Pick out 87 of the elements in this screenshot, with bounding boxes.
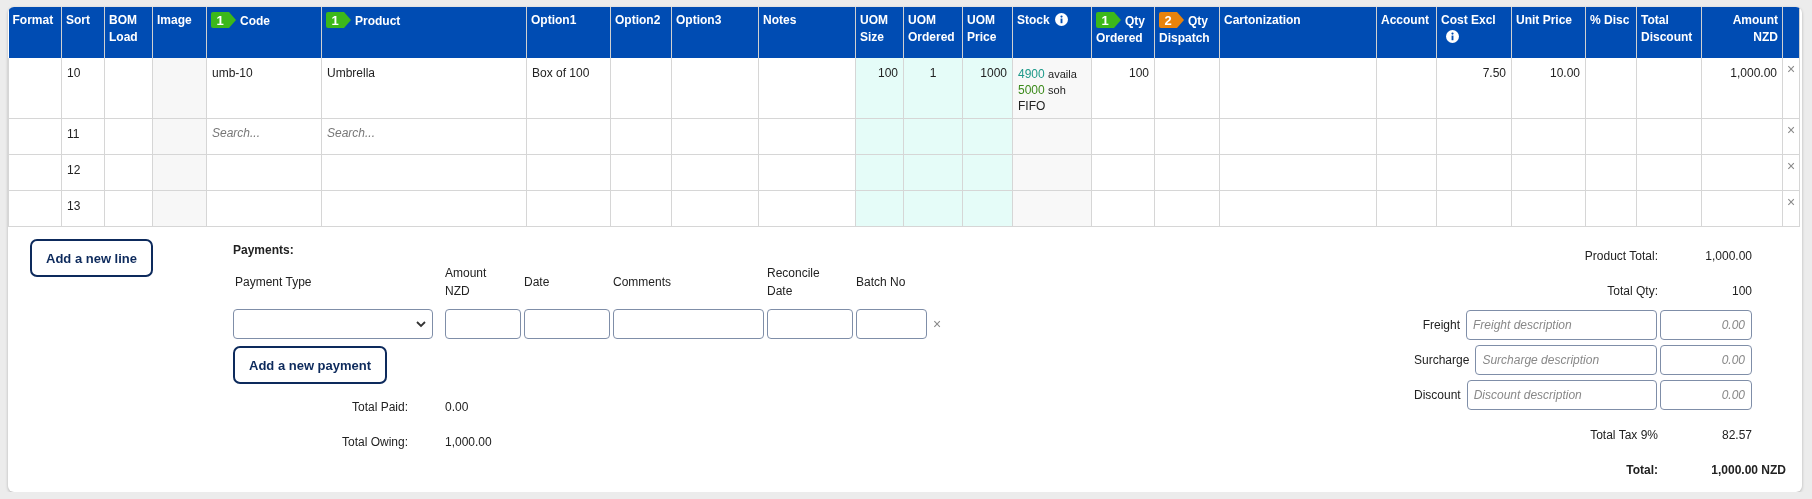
step-badge: 1 bbox=[326, 12, 352, 28]
column-header: Unit Price bbox=[1511, 7, 1586, 58]
column-header: Option3 bbox=[671, 7, 759, 58]
comments-field[interactable] bbox=[613, 309, 764, 339]
amount-field[interactable]: 0.00 bbox=[1660, 380, 1752, 410]
payment-column-label: Comments bbox=[613, 274, 672, 291]
cell-text: Umbrella bbox=[327, 66, 375, 80]
amount-field[interactable]: 0.00 bbox=[1660, 310, 1752, 340]
total-label: Total Owing: bbox=[340, 435, 408, 449]
payments-title: Payments: bbox=[233, 243, 295, 257]
payment-column-label: Reconcile Date bbox=[767, 265, 821, 300]
amount-field[interactable]: 0.00 bbox=[1660, 345, 1752, 375]
cell-text: 1 bbox=[929, 66, 937, 80]
summary-value: 1,000.00 NZD bbox=[1710, 463, 1786, 477]
cell-text: 13 bbox=[67, 199, 81, 213]
charge-label: Discount bbox=[1414, 388, 1461, 402]
column-header: Stock bbox=[1012, 7, 1092, 58]
description-field[interactable]: Surcharge description bbox=[1475, 345, 1657, 375]
column-header: Option2 bbox=[610, 7, 672, 58]
column-header: Image bbox=[152, 7, 207, 58]
cell-text: 100 bbox=[877, 66, 898, 80]
payment-type-select[interactable] bbox=[233, 309, 433, 339]
summary-label: Total Tax 9% bbox=[1590, 428, 1658, 442]
column-header: BOM Load bbox=[104, 7, 153, 58]
summary-label: Total Qty: bbox=[1607, 284, 1658, 298]
soh-count: 5000 bbox=[1018, 83, 1045, 97]
cell-text: 11 bbox=[67, 127, 80, 141]
cell-text: 7.50 bbox=[1482, 66, 1506, 80]
column-header: % Disc bbox=[1585, 7, 1637, 58]
cell-text: umb-10 bbox=[212, 66, 253, 80]
search-field[interactable]: Search... bbox=[207, 119, 321, 154]
column-header: Total Discount bbox=[1636, 7, 1702, 58]
total-label: Total Paid: bbox=[350, 400, 408, 414]
add-payment-button[interactable]: Add a new payment bbox=[233, 346, 388, 384]
charge-label: Surcharge bbox=[1414, 353, 1470, 367]
column-header: Amount NZD bbox=[1701, 7, 1783, 58]
column-header: Sort bbox=[61, 7, 105, 58]
cell-text: 10 bbox=[67, 66, 81, 80]
column-header: 1 Qty Ordered bbox=[1091, 7, 1155, 58]
reconcile-date-field[interactable] bbox=[767, 309, 853, 339]
date-field[interactable] bbox=[524, 309, 610, 339]
cell-text: 12 bbox=[67, 163, 81, 177]
remove-payment-button[interactable]: × bbox=[930, 316, 944, 332]
soh-label: soh bbox=[1048, 84, 1066, 96]
summary-value: 100 bbox=[1730, 284, 1752, 298]
cell-text: 10.00 bbox=[1549, 66, 1580, 80]
summary-value: 1,000.00 bbox=[1704, 249, 1752, 263]
step-badge: 2 bbox=[1159, 12, 1185, 28]
costing-method: FIFO bbox=[1018, 99, 1046, 113]
cell-text: 1,000.00 bbox=[1730, 66, 1777, 80]
payment-column-label: Amount NZD bbox=[445, 265, 488, 300]
cell-text: Box of 100 bbox=[532, 66, 590, 80]
column-header: Account bbox=[1376, 7, 1437, 58]
column-header: Notes bbox=[758, 7, 856, 58]
column-header: UOM Size bbox=[855, 7, 904, 58]
column-header: 1 Product bbox=[321, 7, 527, 58]
summary-label: Product Total: bbox=[1584, 249, 1658, 263]
description-field[interactable]: Discount description bbox=[1466, 380, 1657, 410]
amount-field[interactable] bbox=[445, 309, 521, 339]
column-header: UOM Price bbox=[962, 7, 1013, 58]
total-value: 1,000.00 bbox=[445, 435, 493, 449]
step-badge: 1 bbox=[211, 12, 237, 28]
description-field[interactable]: Freight description bbox=[1466, 310, 1657, 340]
available-count: 4900 bbox=[1018, 67, 1045, 81]
cell-text: 100 bbox=[1128, 66, 1149, 80]
cell-text: 1000 bbox=[980, 66, 1007, 80]
payment-column-label: Date bbox=[524, 274, 551, 291]
chevron-down-icon bbox=[416, 320, 426, 328]
total-value: 0.00 bbox=[445, 400, 470, 414]
payment-column-label: Batch No bbox=[856, 274, 907, 291]
payment-column-label: Payment Type bbox=[234, 274, 313, 291]
column-header: UOM Ordered bbox=[903, 7, 963, 58]
available-label: availa bbox=[1048, 68, 1077, 80]
search-field[interactable]: Search... bbox=[322, 119, 526, 154]
column-header: 2 Qty Dispatch bbox=[1154, 7, 1220, 58]
add-line-button[interactable]: Add a new line bbox=[30, 239, 153, 277]
column-header: 1 Code bbox=[206, 7, 322, 58]
batch-field[interactable] bbox=[856, 309, 927, 339]
column-header: Format bbox=[8, 7, 62, 58]
column-header: Cost Excl bbox=[1436, 7, 1512, 58]
column-header: Cartonization bbox=[1219, 7, 1377, 58]
charge-label: Freight bbox=[1422, 318, 1460, 332]
column-header: Option1 bbox=[526, 7, 611, 58]
remove-line-button[interactable]: × bbox=[1786, 62, 1796, 76]
summary-value: 82.57 bbox=[1720, 428, 1752, 442]
summary-label: Total: bbox=[1626, 463, 1658, 477]
step-badge: 1 bbox=[1096, 12, 1122, 28]
